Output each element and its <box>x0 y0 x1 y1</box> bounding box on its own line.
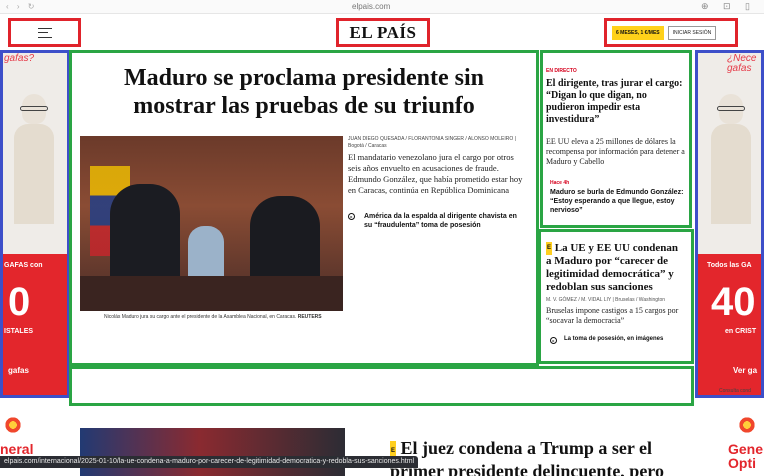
annotation-menu-box <box>8 18 81 47</box>
live-subheadline[interactable]: Maduro se burla de Edmundo González: “Es… <box>550 188 685 215</box>
bottom-right-ad[interactable]: Gene Opti <box>726 414 764 476</box>
play-icon: ▸ <box>550 337 557 344</box>
main-story-photo[interactable] <box>80 136 343 311</box>
bottom-headline-text[interactable]: El juez condena a Trump a ser el primer … <box>390 438 664 476</box>
live-headline[interactable]: El dirigente, tras jurar el cargo: “Diga… <box>546 78 686 126</box>
main-summary: El mandatario venezolano jura el cargo p… <box>348 152 523 195</box>
live-summary[interactable]: EE UU eleva a 25 millones de dólares la … <box>546 137 686 167</box>
flower-logo-icon <box>738 416 756 434</box>
browser-tool-icons[interactable]: ⊕ ⊡ ▯ <box>701 1 756 12</box>
photo-caption: Nicolás Maduro jura su cargo ante el pre… <box>104 314 322 320</box>
annotation-logo-box <box>336 18 430 47</box>
browser-nav-buttons[interactable]: ‹ › ↻ <box>6 2 37 11</box>
second-related-link[interactable]: La toma de posesión, en imágenes <box>564 336 684 342</box>
related-link[interactable]: América da la espalda al dirigente chavi… <box>364 212 526 230</box>
second-headline-text[interactable]: La UE y EE UU condenan a Maduro por “car… <box>546 242 678 293</box>
annotation-actions-box <box>604 18 738 47</box>
bottom-ad-text: Gene Opti <box>728 441 764 471</box>
browser-toolbar: ‹ › ↻ elpais.com ⊕ ⊡ ▯ <box>0 0 764 14</box>
photo-credit: REUTERS <box>297 314 322 320</box>
exclusive-badge: E <box>546 242 553 255</box>
annotation-empty-box <box>69 366 694 406</box>
second-headline[interactable]: E La UE y EE UU condenan a Maduro por “c… <box>546 242 686 294</box>
main-byline[interactable]: JUAN DIEGO QUESADA / FLORANTONIA SINGER … <box>348 136 523 150</box>
bottom-story-photo[interactable] <box>80 428 345 476</box>
annotation-left-ad-box <box>0 50 70 398</box>
second-byline[interactable]: M. V. GÓMEZ / M. VIDAL LIY | Bruselas / … <box>546 297 665 303</box>
caption-text: Nicolás Maduro jura su cargo ante el pre… <box>104 314 297 320</box>
main-headline[interactable]: Maduro se proclama presidente sin mostra… <box>86 64 522 120</box>
browser-address[interactable]: elpais.com <box>352 2 390 11</box>
bottom-ad-text: neral <box>0 441 34 457</box>
play-icon: ▸ <box>348 213 355 220</box>
link-status-url: elpais.com/internacional/2025-01-10/la-u… <box>0 456 419 468</box>
annotation-right-ad-box <box>695 50 764 398</box>
bottom-headline[interactable]: E El juez condena a Trump a ser el prime… <box>390 438 670 476</box>
second-summary[interactable]: Bruselas impone castigos a 15 cargos por… <box>546 306 686 326</box>
live-badge: EN DIRECTO <box>546 68 577 74</box>
flower-logo-icon <box>4 416 22 434</box>
live-timestamp: Hace 4h <box>550 180 570 186</box>
